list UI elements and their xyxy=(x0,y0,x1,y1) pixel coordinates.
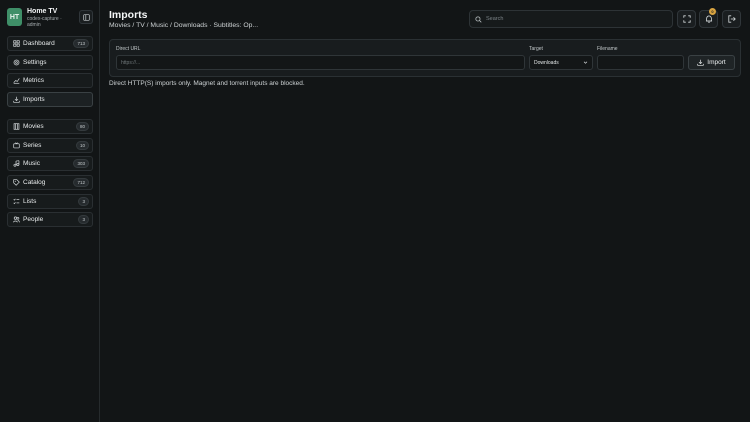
count-badge: 3 xyxy=(78,197,89,206)
download-icon xyxy=(697,59,704,66)
count-badge: 303 xyxy=(73,159,89,168)
sidebar-item-metrics[interactable]: Metrics xyxy=(7,73,93,88)
bell-icon xyxy=(705,15,712,23)
count-badge: 712 xyxy=(73,178,89,187)
sidebar-item-series[interactable]: Series 10 xyxy=(7,138,93,153)
brand: HT Home TV codex-capture · admin xyxy=(7,8,71,28)
music-icon xyxy=(12,160,20,168)
page-title: Imports xyxy=(109,9,148,21)
brand-subtitle: codex-capture · admin xyxy=(27,16,62,28)
filename-label: Filename xyxy=(597,46,618,52)
film-icon xyxy=(12,123,20,131)
tag-icon xyxy=(12,179,20,187)
sidebar-item-catalog[interactable]: Catalog 712 xyxy=(7,175,93,190)
target-select[interactable]: Downloads xyxy=(529,55,593,70)
direct-url-label: Direct URL xyxy=(116,46,141,52)
count-badge: 80 xyxy=(75,122,89,131)
tv-icon xyxy=(12,142,20,150)
search-box[interactable] xyxy=(469,10,673,28)
count-badge: 3 xyxy=(78,215,89,224)
sidebar-toggle-button[interactable] xyxy=(79,10,93,24)
sidebar-item-imports[interactable]: Imports xyxy=(7,92,93,107)
import-form-panel: Direct URL Target Downloads Filename Imp… xyxy=(109,39,741,77)
chevron-down-icon xyxy=(583,61,588,64)
target-select-value: Downloads xyxy=(534,59,559,66)
expand-icon xyxy=(682,15,691,23)
sidebar-item-label: Metrics xyxy=(23,77,44,84)
download-icon xyxy=(12,96,20,104)
list-icon xyxy=(12,198,20,206)
gear-icon xyxy=(12,59,20,67)
sidebar-item-label: Imports xyxy=(23,96,45,103)
notification-badge: 0 xyxy=(709,8,716,15)
sidebar-item-label: Settings xyxy=(23,59,47,66)
direct-url-input[interactable] xyxy=(121,59,524,66)
sidebar-toggle-icon xyxy=(82,13,90,21)
filename-input[interactable] xyxy=(602,59,683,66)
sidebar-item-settings[interactable]: Settings xyxy=(7,55,93,70)
sidebar-item-lists[interactable]: Lists 3 xyxy=(7,194,93,209)
search-input[interactable] xyxy=(486,16,666,22)
import-button[interactable]: Import xyxy=(688,55,735,70)
sidebar-item-label: Movies xyxy=(23,123,44,130)
avatar: HT xyxy=(7,8,22,26)
people-icon xyxy=(12,216,20,224)
filename-field-wrapper[interactable] xyxy=(597,55,684,70)
sidebar: HT Home TV codex-capture · admin Dashboa… xyxy=(0,0,100,422)
sidebar-item-music[interactable]: Music 303 xyxy=(7,156,93,171)
breadcrumb: Movies / TV / Music / Downloads · Subtit… xyxy=(109,22,259,29)
direct-url-field-wrapper[interactable] xyxy=(116,55,525,70)
search-icon xyxy=(475,15,482,23)
sidebar-item-label: Music xyxy=(23,160,40,167)
chart-icon xyxy=(12,77,20,85)
sidebar-item-label: Catalog xyxy=(23,179,46,186)
sidebar-item-dashboard[interactable]: Dashboard 713 xyxy=(7,36,93,51)
import-note: Direct HTTP(S) imports only. Magnet and … xyxy=(109,80,305,87)
grid-icon xyxy=(12,40,20,48)
fullscreen-button[interactable] xyxy=(677,10,696,28)
sidebar-item-label: Series xyxy=(23,142,42,149)
sidebar-item-movies[interactable]: Movies 80 xyxy=(7,119,93,134)
logout-icon xyxy=(727,15,736,23)
import-button-label: Import xyxy=(707,59,726,66)
count-badge: 10 xyxy=(75,141,89,150)
sidebar-item-label: People xyxy=(23,216,44,223)
count-badge: 713 xyxy=(73,39,89,48)
sidebar-item-label: Dashboard xyxy=(23,40,55,47)
sidebar-item-people[interactable]: People 3 xyxy=(7,212,93,227)
target-label: Target xyxy=(529,46,543,52)
sidebar-item-label: Lists xyxy=(23,198,37,205)
brand-title: Home TV xyxy=(27,8,58,15)
notifications-button[interactable]: 0 xyxy=(699,8,718,28)
logout-button[interactable] xyxy=(722,10,741,28)
